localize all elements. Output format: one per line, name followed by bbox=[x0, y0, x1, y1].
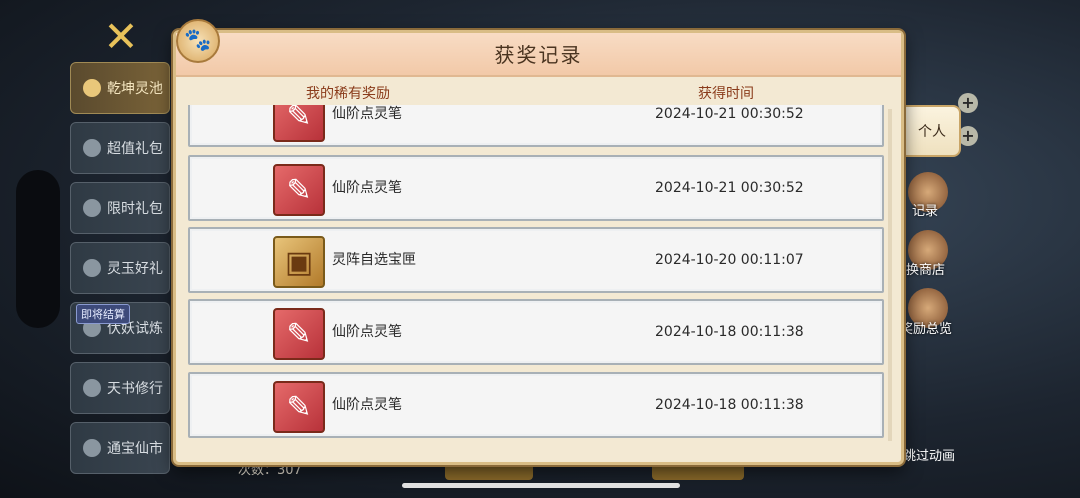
jade-icon bbox=[83, 259, 101, 277]
item-time: 2024-10-21 00:30:52 bbox=[655, 106, 804, 122]
cat-emblem-icon: 🐾 bbox=[176, 19, 220, 63]
item-name: 仙阶点灵笔 bbox=[332, 180, 402, 196]
item-time: 2024-10-18 00:11:38 bbox=[655, 324, 804, 340]
shop-link[interactable]: 换商店 bbox=[906, 259, 945, 278]
sidebar-item-jade-gift[interactable]: 灵玉好礼 bbox=[70, 242, 170, 294]
sidebar-item-label: 超值礼包 bbox=[107, 141, 163, 157]
book-icon bbox=[83, 379, 101, 397]
sidebar-item-tianshu[interactable]: 天书修行 bbox=[70, 362, 170, 414]
chest-icon: ▣ bbox=[273, 236, 325, 288]
brush-icon: ✎ bbox=[273, 105, 325, 142]
side-handle[interactable] bbox=[16, 170, 60, 328]
table-row: ✎ 仙阶点灵笔 2024-10-21 00:30:52 bbox=[188, 105, 884, 147]
skip-animation-button[interactable]: 跳过动画 bbox=[903, 445, 955, 464]
sidebar-item-market[interactable]: 通宝仙市 bbox=[70, 422, 170, 474]
sidebar-item-label: 灵玉好礼 bbox=[107, 261, 163, 277]
record-link[interactable]: 记录 bbox=[912, 200, 938, 219]
status-badge: 即将结算 bbox=[76, 304, 130, 324]
add-icon[interactable]: + bbox=[958, 126, 978, 146]
add-icon[interactable]: + bbox=[958, 93, 978, 113]
item-time: 2024-10-20 00:11:07 bbox=[655, 252, 804, 268]
sidebar-item-qiankun[interactable]: 乾坤灵池 bbox=[70, 62, 170, 114]
table-row: ▣ 灵阵自选宝匣 2024-10-20 00:11:07 bbox=[188, 227, 884, 293]
sidebar-item-label: 通宝仙市 bbox=[107, 441, 163, 457]
award-record-dialog: 获奖记录 🐾 我的稀有奖励 获得时间 ✎ 仙阶点灵笔 2024-10-21 00… bbox=[173, 19, 904, 465]
table-row: ✎ 仙阶点灵笔 2024-10-21 00:30:52 bbox=[188, 155, 884, 221]
table-row: ✎ 仙阶点灵笔 2024-10-18 00:11:38 bbox=[188, 299, 884, 365]
close-icon[interactable]: ✕ bbox=[96, 14, 146, 60]
scrollbar[interactable] bbox=[888, 109, 892, 441]
column-header-reward: 我的稀有奖励 bbox=[306, 86, 390, 102]
sidebar-item-limited-pack[interactable]: 限时礼包 bbox=[70, 182, 170, 234]
pool-icon bbox=[83, 79, 101, 97]
item-name: 仙阶点灵笔 bbox=[332, 106, 402, 122]
item-name: 灵阵自选宝匣 bbox=[332, 252, 416, 268]
brush-icon: ✎ bbox=[273, 381, 325, 433]
column-header-time: 获得时间 bbox=[698, 86, 754, 102]
brush-icon: ✎ bbox=[273, 308, 325, 360]
table-row: ✎ 仙阶点灵笔 2024-10-18 00:11:38 bbox=[188, 372, 884, 438]
item-time: 2024-10-18 00:11:38 bbox=[655, 397, 804, 413]
rewards-link[interactable]: 奖励总览 bbox=[900, 318, 952, 337]
item-name: 仙阶点灵笔 bbox=[332, 324, 402, 340]
item-name: 仙阶点灵笔 bbox=[332, 397, 402, 413]
sidebar-item-value-pack[interactable]: 超值礼包 bbox=[70, 122, 170, 174]
home-indicator[interactable] bbox=[402, 483, 680, 488]
sidebar-item-label: 天书修行 bbox=[107, 381, 163, 397]
shop-icon bbox=[83, 439, 101, 457]
sidebar-item-label: 乾坤灵池 bbox=[107, 81, 163, 97]
gift-icon bbox=[83, 139, 101, 157]
dialog-title: 获奖记录 bbox=[494, 43, 583, 67]
tab-personal[interactable]: 个人 bbox=[903, 105, 961, 157]
award-list[interactable]: ✎ 仙阶点灵笔 2024-10-21 00:30:52 ✎ 仙阶点灵笔 2024… bbox=[188, 105, 888, 445]
gift-icon bbox=[83, 199, 101, 217]
sidebar-item-label: 限时礼包 bbox=[107, 201, 163, 217]
brush-icon: ✎ bbox=[273, 164, 325, 216]
item-time: 2024-10-21 00:30:52 bbox=[655, 180, 804, 196]
